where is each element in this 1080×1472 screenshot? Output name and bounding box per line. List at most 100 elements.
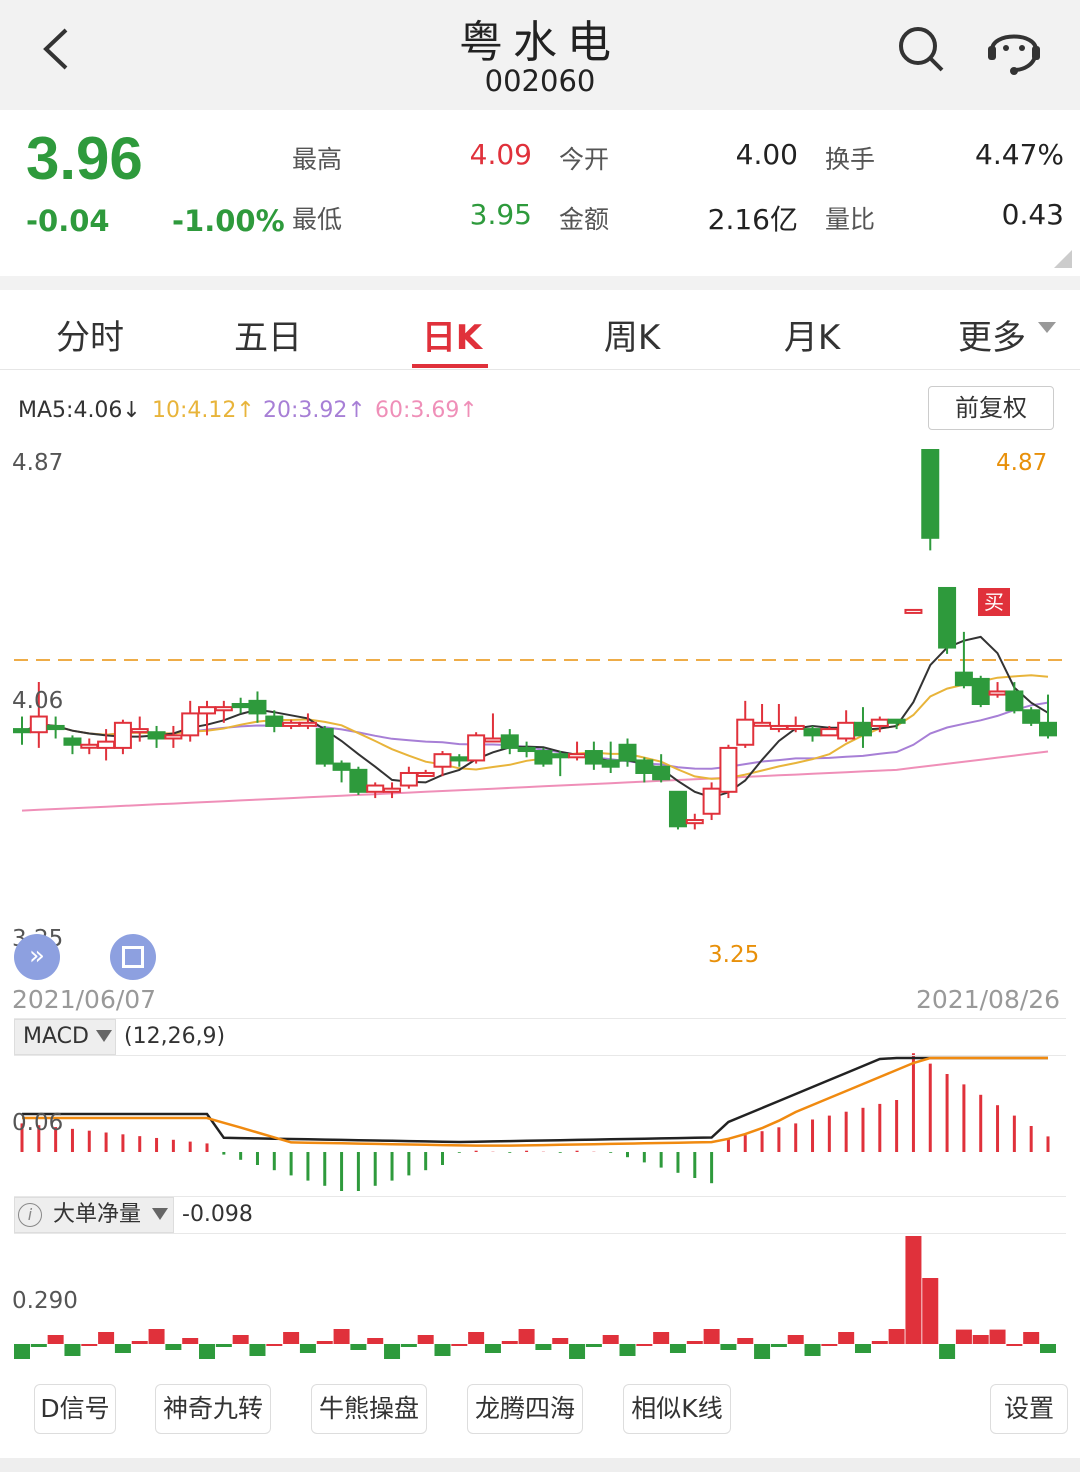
bigorder-bar	[804, 1344, 821, 1356]
bigorder-bar	[30, 1344, 47, 1347]
candle-body	[938, 586, 957, 649]
bigorder-dropdown-icon[interactable]	[152, 1208, 168, 1220]
candle-body	[887, 718, 906, 724]
bigorder-bar	[501, 1341, 518, 1344]
ma5-line	[21, 635, 1049, 799]
bigorder-bar	[569, 1344, 586, 1359]
bigorder-bar	[283, 1332, 300, 1344]
bigorder-bar	[232, 1335, 249, 1344]
bigorder-bar	[922, 1278, 939, 1344]
info-icon[interactable]: i	[18, 1203, 42, 1227]
candle-body	[181, 712, 200, 737]
settings-button[interactable]: 设置	[990, 1384, 1068, 1434]
candle-body	[685, 819, 704, 825]
bigorder-bar	[98, 1332, 115, 1344]
candle-body	[736, 718, 755, 746]
bigorder-bar	[720, 1344, 737, 1350]
bottom-bar	[0, 1458, 1080, 1472]
candle-body	[1039, 721, 1057, 737]
bigorder-bar	[939, 1344, 956, 1359]
candle-body	[349, 768, 368, 793]
bigorder-bar	[333, 1329, 350, 1344]
candle-body	[298, 721, 317, 727]
candle-body	[534, 750, 553, 765]
macd-dropdown-icon[interactable]	[96, 1030, 112, 1042]
bull-bear-button[interactable]: 牛熊操盘	[311, 1384, 427, 1434]
bigorder-bar	[417, 1335, 434, 1344]
bigorder-bar	[972, 1335, 989, 1344]
candle-body	[635, 759, 654, 774]
candle-body	[803, 728, 822, 737]
candle-body	[1022, 709, 1041, 724]
candle-body	[113, 721, 132, 749]
candle-body	[265, 715, 284, 727]
bigorder-bar	[1040, 1344, 1056, 1353]
candle-body	[921, 449, 940, 539]
bigorder-bar	[316, 1341, 333, 1344]
candle-body	[332, 762, 351, 771]
candle-body	[837, 721, 856, 740]
candle-body	[769, 724, 788, 730]
buy-marker[interactable]: 买	[978, 588, 1010, 616]
bigorder-bar	[669, 1344, 686, 1353]
bigorder-bar	[787, 1335, 804, 1344]
bigorder-bar	[888, 1329, 905, 1344]
bigorder-bar	[182, 1338, 199, 1344]
candle-body	[315, 728, 334, 765]
dragon-button[interactable]: 龙腾四海	[467, 1384, 583, 1434]
bigorder-bar	[400, 1344, 417, 1347]
candle-body	[971, 677, 990, 705]
bigorder-bar	[1023, 1332, 1040, 1344]
bigorder-bar	[821, 1344, 838, 1346]
candle-body	[820, 728, 839, 737]
y-axis-top: 4.87	[12, 450, 64, 476]
fullscreen-icon[interactable]	[110, 934, 156, 980]
candle-body	[702, 787, 721, 815]
date-end: 2021/08/26	[916, 985, 1061, 1014]
candle-body	[433, 753, 452, 768]
candle-body	[164, 734, 183, 740]
candle-body	[29, 715, 48, 734]
bigorder-bar	[434, 1344, 451, 1356]
bigorder-bar	[484, 1344, 501, 1353]
candle-body	[652, 765, 671, 781]
candle-body	[753, 721, 772, 727]
candle-body	[383, 787, 402, 793]
bigorder-bar	[165, 1344, 182, 1350]
bigorder-bar	[367, 1338, 384, 1344]
bigorder-bar	[14, 1344, 30, 1359]
bigorder-bar	[249, 1344, 266, 1356]
bigorder-value: -0.098	[182, 1202, 253, 1227]
similar-k-button[interactable]: 相似K线	[623, 1384, 731, 1434]
d-signal-button[interactable]: D信号	[34, 1384, 116, 1434]
bigorder-bar	[148, 1329, 165, 1344]
bigorder-bar	[770, 1344, 787, 1347]
bigorder-bar	[350, 1344, 367, 1350]
bigorder-bar	[955, 1329, 972, 1344]
candle-body	[483, 737, 502, 743]
candle-body	[130, 728, 149, 734]
fast-forward-icon[interactable]: »	[14, 934, 60, 980]
candle-body	[786, 724, 805, 730]
magic-nine-button[interactable]: 神奇九转	[155, 1384, 271, 1434]
candle-body	[80, 743, 99, 749]
candle-body	[248, 699, 267, 715]
candle-body	[46, 724, 65, 731]
candle-body	[366, 784, 385, 793]
y-axis-mid: 4.06	[12, 688, 64, 714]
candle-body	[467, 734, 486, 762]
candle-body	[853, 721, 872, 737]
max-price-label: 4.87	[996, 450, 1048, 476]
candle-body	[517, 746, 536, 753]
bigorder-bar	[81, 1344, 98, 1346]
kline-chart[interactable]	[0, 0, 1080, 1472]
bigorder-bar	[905, 1236, 922, 1344]
candle-body	[551, 753, 570, 759]
candle-body	[97, 740, 116, 749]
candle-body	[13, 728, 31, 734]
bigorder-bar	[535, 1344, 552, 1350]
candle-body	[147, 731, 166, 740]
bigorder-bar	[653, 1332, 670, 1344]
candle-body	[904, 608, 923, 614]
date-start: 2021/06/07	[12, 985, 157, 1014]
